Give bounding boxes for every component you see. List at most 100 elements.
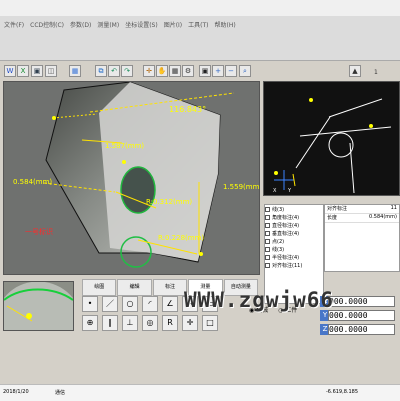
menu-image[interactable]: 图片(I) xyxy=(164,20,182,29)
menu-params[interactable]: 参数(D) xyxy=(70,20,91,29)
table-cell-label: 长度 xyxy=(327,215,338,221)
circle-tool-icon[interactable]: ○ xyxy=(122,296,138,312)
preview-point xyxy=(274,171,278,175)
feature-label: 直径标注(4) xyxy=(272,222,300,229)
table-header-right: 11 xyxy=(390,205,397,211)
feature-row-8[interactable]: 对齐标注(11) xyxy=(265,261,323,269)
tab-annotate[interactable]: 标注 xyxy=(152,279,188,296)
measurement-table: 对齐标注 11 长度 0.584(mm) xyxy=(324,204,400,272)
zoom-in-icon[interactable]: + xyxy=(212,65,224,77)
camera-icon[interactable]: ▣ xyxy=(199,65,211,77)
checkbox-icon[interactable] xyxy=(265,206,270,212)
point-tool-icon[interactable]: • xyxy=(82,296,98,312)
excel-icon[interactable]: X xyxy=(17,65,29,77)
checkbox-icon[interactable] xyxy=(265,214,270,220)
mini-point xyxy=(26,313,32,319)
parallel-tool-icon[interactable]: ∥ xyxy=(102,315,118,331)
tab-draw[interactable]: 绘图 xyxy=(82,279,117,296)
top-right-arrow-icon[interactable]: ▲ xyxy=(349,65,361,77)
checkbox-icon[interactable] xyxy=(265,262,270,268)
preview-x-label: X xyxy=(273,188,277,194)
cross-icon[interactable]: ✛ xyxy=(143,65,155,77)
measure-cross-icon[interactable]: ✛ xyxy=(182,315,198,331)
menu-tools[interactable]: 工具(T) xyxy=(188,20,208,29)
feature-row-7[interactable]: 半径标注(4) xyxy=(265,253,323,261)
window-icon[interactable]: ▦ xyxy=(69,65,81,77)
checkbox-icon[interactable] xyxy=(265,254,270,260)
tab-edit[interactable]: 编辑 xyxy=(117,279,152,296)
feature-label: 角度标注(4) xyxy=(272,214,300,221)
save-icon[interactable]: ▣ xyxy=(31,65,43,77)
checkbox-icon[interactable] xyxy=(265,238,270,244)
feature-row-4[interactable]: 垂直标注(4) xyxy=(265,229,323,237)
undo-icon[interactable]: ↶ xyxy=(108,65,120,77)
angle-label: 116.843° xyxy=(169,105,206,114)
open-icon[interactable]: ◫ xyxy=(45,65,57,77)
zoom-fit-icon[interactable]: ⌕ xyxy=(239,65,251,77)
checkbox-icon[interactable] xyxy=(265,230,270,236)
y-coordinate[interactable]: 000.0000 xyxy=(328,310,395,321)
grid-icon[interactable]: ▦ xyxy=(169,65,181,77)
camera-view[interactable]: 116.843° 1.587(mm) 0.584(mm) R:0.312(mm)… xyxy=(3,81,260,275)
x-coordinate[interactable]: 000.0000 xyxy=(328,296,395,307)
feature-row-1[interactable]: 线(3) xyxy=(265,205,323,213)
preview-panel[interactable]: X Y xyxy=(263,81,400,196)
radius-tool-icon[interactable]: R xyxy=(162,315,178,331)
length-label: 1.587(mm) xyxy=(105,142,144,150)
status-cursor: -6.619,8.185 xyxy=(326,389,359,395)
menu-file[interactable]: 文件(F) xyxy=(4,20,24,29)
feature-row-3[interactable]: 直径标注(4) xyxy=(265,221,323,229)
left-label: 0.584(mm) xyxy=(13,178,52,186)
copy-icon[interactable]: ⧉ xyxy=(95,65,107,77)
status-date: 2018/1/20 xyxy=(3,389,29,395)
menu-ccd[interactable]: CCD控制(C) xyxy=(30,20,64,29)
title-bar xyxy=(0,0,400,16)
feature-label: 线(3) xyxy=(272,206,285,213)
watermark-text: WWW.zgwjw66 xyxy=(184,288,335,312)
right-label: 1.559(mm) xyxy=(223,183,259,191)
preview-point xyxy=(369,124,373,128)
menu-measure[interactable]: 测量(M) xyxy=(97,20,119,29)
status-bar: 2018/1/20 通信 -6.619,8.185 xyxy=(0,384,400,401)
point-marker xyxy=(122,160,126,164)
hand-icon[interactable]: ✋ xyxy=(156,65,168,77)
center-tool-icon[interactable]: ⊕ xyxy=(82,315,98,331)
feature-label: 垂直标注(4) xyxy=(272,230,300,237)
menu-help[interactable]: 帮助(H) xyxy=(215,20,236,29)
target-tool-icon[interactable]: ◎ xyxy=(142,315,158,331)
table-row[interactable]: 长度 0.584(mm) xyxy=(325,214,399,223)
line-tool-icon[interactable]: ／ xyxy=(102,296,118,312)
angle-tool-icon[interactable]: ∠ xyxy=(162,296,178,312)
checkbox-icon[interactable] xyxy=(265,222,270,228)
preview-point xyxy=(309,98,313,102)
mini-drawing xyxy=(4,282,73,330)
zoom-out-icon[interactable]: − xyxy=(225,65,237,77)
radius-label: R:0.312(mm) xyxy=(146,198,192,206)
z-coordinate[interactable]: 000.0000 xyxy=(328,324,395,335)
point-marker xyxy=(199,252,203,256)
feature-label: 线(3) xyxy=(272,246,285,253)
checkbox-icon[interactable] xyxy=(265,246,270,252)
table-header-left: 对齐标注 xyxy=(327,206,348,212)
redo-icon[interactable]: ↷ xyxy=(121,65,133,77)
bottom-radius-label: R:0.228(mm) xyxy=(158,234,204,242)
word-icon[interactable]: W xyxy=(4,65,16,77)
feature-row-2[interactable]: 角度标注(4) xyxy=(265,213,323,221)
feature-row-6[interactable]: 线(3) xyxy=(265,245,323,253)
perpendicular-tool-icon[interactable]: ⊥ xyxy=(122,315,138,331)
table-header: 对齐标注 11 xyxy=(325,205,399,214)
preview-drawing: X Y xyxy=(264,82,399,195)
settings-icon[interactable]: ⚙ xyxy=(182,65,194,77)
mini-camera-view[interactable] xyxy=(3,281,74,331)
top-right-arrow-label: ▲ xyxy=(352,67,358,75)
measurement-drawing: 116.843° 1.587(mm) 0.584(mm) R:0.312(mm)… xyxy=(4,82,259,274)
arc-tool-icon[interactable]: ◜ xyxy=(142,296,158,312)
top-right-number: 1 xyxy=(374,69,378,76)
point-marker xyxy=(52,116,56,120)
square-tool-icon[interactable]: □ xyxy=(202,315,218,331)
main-menu: 文件(F) CCD控制(C) 参数(D) 测量(M) 坐标设置(S) 图片(I)… xyxy=(4,17,396,31)
measurement-app: 文件(F) CCD控制(C) 参数(D) 测量(M) 坐标设置(S) 图片(I)… xyxy=(0,0,400,401)
table-cell-value: 0.584(mm) xyxy=(369,214,397,220)
menu-coordinate[interactable]: 坐标设置(S) xyxy=(125,20,158,29)
feature-row-5[interactable]: 点(2) xyxy=(265,237,323,245)
